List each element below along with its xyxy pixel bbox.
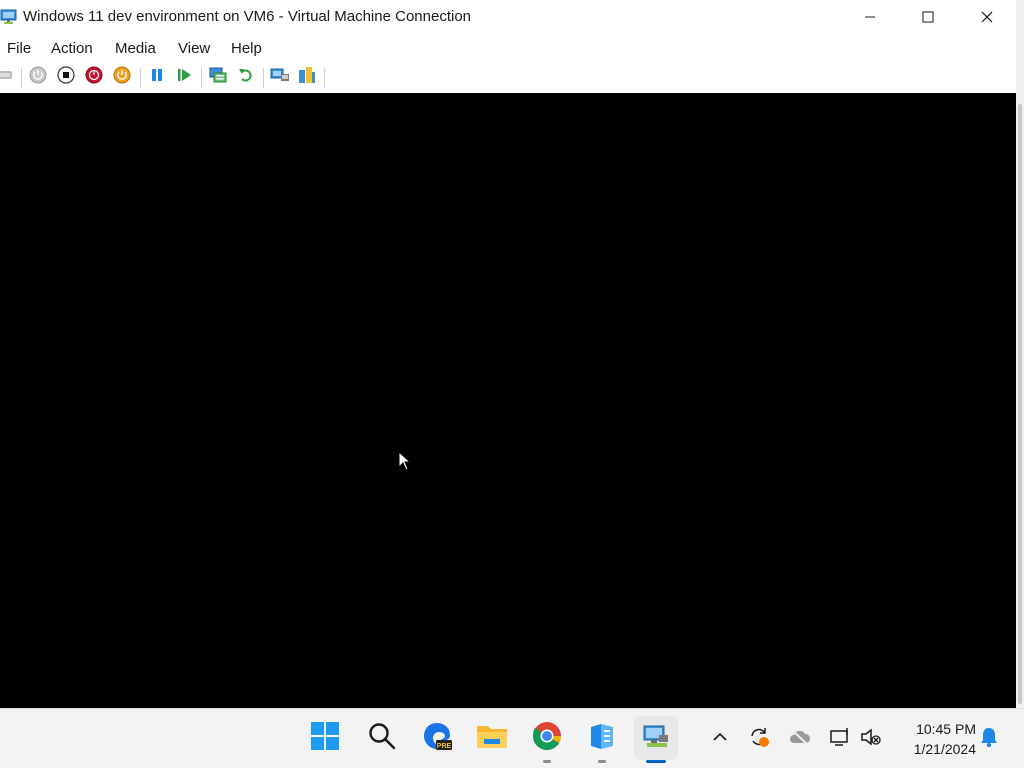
enhanced-session-button[interactable] xyxy=(270,67,290,87)
vm-connection-window: Windows 11 dev environment on VM6 - Virt… xyxy=(0,0,1016,708)
scrollbar-thumb[interactable] xyxy=(1018,104,1022,704)
shut-down-button[interactable] xyxy=(84,66,104,89)
menu-view[interactable]: View xyxy=(178,40,210,57)
minimize-icon xyxy=(864,11,876,23)
start-button[interactable] xyxy=(28,66,48,89)
start-icon xyxy=(310,721,340,756)
show-hidden-icons-button[interactable] xyxy=(708,727,732,751)
taskbar-file-explorer-button[interactable] xyxy=(470,716,514,760)
title-bar[interactable]: Windows 11 dev environment on VM6 - Virt… xyxy=(0,0,1016,34)
running-indicator xyxy=(598,760,606,763)
share-button[interactable] xyxy=(297,65,317,90)
onedrive-button[interactable] xyxy=(788,727,812,751)
toolbar-separator xyxy=(201,68,202,88)
menu-action[interactable]: Action xyxy=(51,40,93,57)
ctrl-alt-del-icon xyxy=(0,68,12,87)
toolbar-separator xyxy=(324,68,325,88)
revert-icon xyxy=(237,66,255,89)
volume-button[interactable] xyxy=(859,727,883,751)
resume-button[interactable] xyxy=(174,67,194,87)
edge-preview-icon: PRE xyxy=(422,721,452,756)
window-title: Windows 11 dev environment on VM6 - Virt… xyxy=(23,8,472,25)
menu-help[interactable]: Help xyxy=(231,40,262,57)
running-indicator xyxy=(543,760,551,763)
taskbar-server-manager-button[interactable] xyxy=(580,716,624,763)
active-indicator xyxy=(646,760,666,763)
cloud-offline-icon xyxy=(788,727,812,752)
enhanced-session-icon xyxy=(270,65,290,90)
close-icon xyxy=(981,11,993,23)
turn-off-button[interactable] xyxy=(56,65,76,89)
close-button[interactable] xyxy=(958,0,1016,34)
menu-file[interactable]: File xyxy=(7,40,31,57)
clock-date: 1/21/2024 xyxy=(913,741,976,757)
sync-icon xyxy=(747,725,771,754)
taskbar-vmconnect-button[interactable] xyxy=(634,716,678,763)
save-button[interactable] xyxy=(112,66,132,89)
ctrl-alt-del-button[interactable] xyxy=(0,67,14,87)
hyper-v-vmconnect-icon xyxy=(641,721,671,756)
maximize-button[interactable] xyxy=(899,0,957,34)
shut-down-icon xyxy=(85,66,103,89)
toolbar xyxy=(0,62,1016,93)
server-manager-icon xyxy=(587,721,617,756)
pause-icon xyxy=(149,67,165,88)
sync-status-button[interactable] xyxy=(747,727,771,751)
taskbar-start-button[interactable] xyxy=(303,716,347,760)
revert-button[interactable] xyxy=(236,67,256,87)
edge-preview-badge: PRE xyxy=(437,743,452,750)
checkpoint-button[interactable] xyxy=(208,67,228,87)
taskbar-search-button[interactable] xyxy=(360,716,404,760)
toolbar-separator xyxy=(263,68,264,88)
menu-bar: File Action Media View Help xyxy=(0,34,1016,62)
clock-button[interactable]: 10:45 PM 1/21/2024 xyxy=(894,719,976,759)
mouse-cursor-icon xyxy=(398,450,412,476)
minimize-button[interactable] xyxy=(841,0,899,34)
bell-icon xyxy=(979,726,999,753)
toolbar-separator xyxy=(21,68,22,88)
start-icon xyxy=(29,66,47,89)
turn-off-icon xyxy=(57,65,75,89)
chrome-icon xyxy=(532,721,562,756)
taskbar-edge-preview-button[interactable]: PRE xyxy=(415,716,459,760)
search-icon xyxy=(368,722,396,755)
notifications-button[interactable] xyxy=(977,727,1001,751)
resume-icon xyxy=(176,67,192,88)
taskbar-chrome-button[interactable] xyxy=(525,716,569,763)
network-icon xyxy=(829,727,851,752)
clock-time: 10:45 PM xyxy=(916,721,976,737)
network-button[interactable] xyxy=(828,727,852,751)
chevron-up-icon xyxy=(712,729,728,750)
taskbar: PRE 10:45 PM 1/21/2024 xyxy=(0,708,1024,768)
maximize-icon xyxy=(922,11,934,23)
file-explorer-icon xyxy=(476,722,508,755)
pause-button[interactable] xyxy=(147,67,167,87)
share-icon xyxy=(297,65,317,90)
checkpoint-icon xyxy=(208,65,228,90)
volume-muted-icon xyxy=(860,727,882,752)
save-icon xyxy=(113,66,131,89)
menu-media[interactable]: Media xyxy=(115,40,156,57)
vm-display[interactable] xyxy=(0,93,1016,708)
toolbar-separator xyxy=(140,68,141,88)
vm-connection-app-icon xyxy=(0,8,18,26)
